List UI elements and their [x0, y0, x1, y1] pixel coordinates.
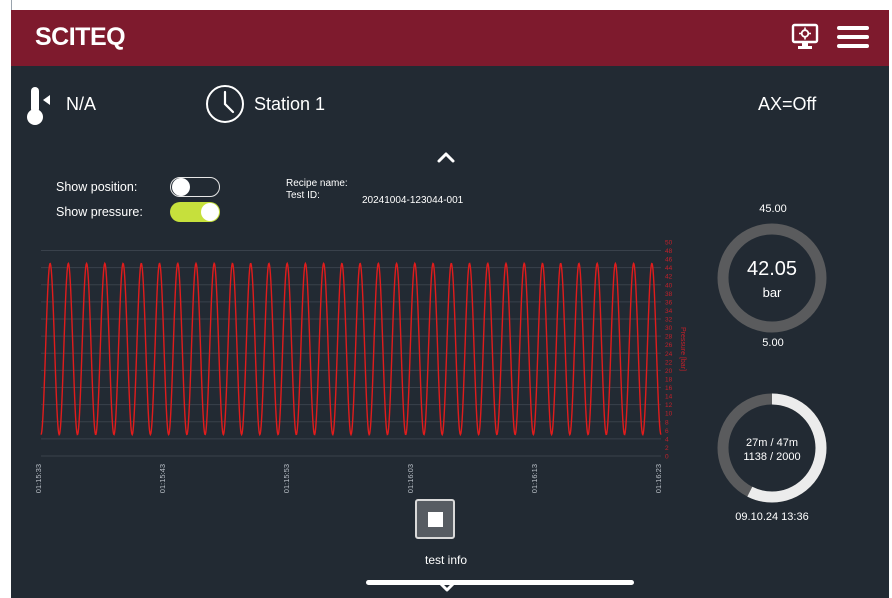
show-position-toggle[interactable]	[170, 177, 220, 197]
y-tick-label: 14	[665, 394, 673, 401]
stop-button[interactable]	[415, 499, 455, 539]
window-frame-edge	[11, 0, 12, 10]
progress-date: 09.10.24 13:36	[735, 511, 809, 523]
chevron-up-icon[interactable]	[436, 150, 456, 164]
pressure-gauge-max: 45.00	[759, 203, 787, 215]
y-tick-label: 22	[665, 359, 673, 366]
show-pressure-toggle[interactable]	[170, 202, 220, 222]
x-tick-label: 01:15:43	[158, 464, 167, 493]
show-position-label: Show position:	[56, 180, 138, 194]
test-id-label: Test ID:	[286, 190, 320, 201]
y-tick-label: 40	[665, 282, 673, 289]
x-tick-label: 01:16:23	[654, 464, 663, 493]
pressure-unit: bar	[762, 285, 782, 300]
progress-cycles: 1138 / 2000	[743, 451, 801, 463]
y-tick-label: 4	[665, 436, 669, 443]
temperature-value: N/A	[66, 94, 97, 114]
x-tick-label: 01:16:13	[530, 464, 539, 493]
y-tick-label: 26	[665, 342, 673, 349]
y-tick-label: 32	[665, 317, 673, 324]
y-tick-label: 2	[665, 445, 669, 452]
y-tick-label: 6	[665, 428, 669, 435]
stop-icon	[428, 512, 443, 527]
progress-time: 27m / 47m	[746, 437, 798, 449]
y-tick-label: 44	[665, 265, 673, 272]
y-tick-label: 0	[665, 454, 669, 461]
pressure-gauge-min: 5.00	[762, 337, 784, 349]
station-label: Station 1	[254, 94, 326, 114]
y-tick-label: 28	[665, 334, 673, 341]
y-tick-label: 16	[665, 385, 673, 392]
y-tick-label: 46	[665, 257, 673, 264]
y-tick-label: 20	[665, 368, 673, 375]
test-info-link[interactable]: test info	[405, 553, 487, 567]
pressure-trace	[40, 261, 662, 437]
y-tick-label: 24	[665, 351, 673, 358]
y-tick-label: 18	[665, 376, 673, 383]
y-axis-label: Pressure [bar]	[679, 327, 686, 371]
toggle-knob	[172, 178, 190, 196]
y-tick-label: 10	[665, 411, 673, 418]
clock-icon	[205, 84, 245, 124]
home-indicator[interactable]	[366, 580, 634, 585]
x-tick-label: 01:15:53	[282, 464, 291, 493]
status-row: N/A Station 1 AX=Off	[11, 80, 889, 130]
x-tick-label: 01:16:03	[406, 464, 415, 493]
ax-status: AX=Off	[758, 94, 817, 114]
app-screen: SCITEQ N/A Station 1 AX=Off Show positio…	[11, 10, 889, 598]
pressure-chart: 0246810121416182022242628303234363840424…	[34, 240, 686, 494]
y-tick-label: 42	[665, 274, 673, 281]
pressure-value: 42.05	[746, 258, 798, 280]
thermometer-icon	[25, 86, 59, 126]
x-tick-label: 01:15:33	[34, 464, 43, 493]
y-tick-label: 38	[665, 291, 673, 298]
brand-logo: SCITEQ	[35, 23, 126, 51]
y-tick-label: 36	[665, 299, 673, 306]
hamburger-menu-icon[interactable]	[837, 24, 869, 50]
y-tick-label: 30	[665, 325, 673, 332]
y-tick-label: 48	[665, 248, 673, 255]
monitor-settings-icon[interactable]	[790, 22, 820, 52]
show-pressure-label: Show pressure:	[56, 205, 143, 219]
test-id-value: 20241004-123044-001	[362, 195, 464, 206]
y-tick-label: 12	[665, 402, 673, 409]
y-tick-label: 50	[665, 240, 673, 247]
recipe-name-label: Recipe name:	[286, 178, 348, 189]
top-bar: SCITEQ	[11, 10, 889, 66]
toggle-knob	[201, 203, 219, 221]
y-tick-label: 8	[665, 419, 669, 426]
y-tick-label: 34	[665, 308, 673, 315]
